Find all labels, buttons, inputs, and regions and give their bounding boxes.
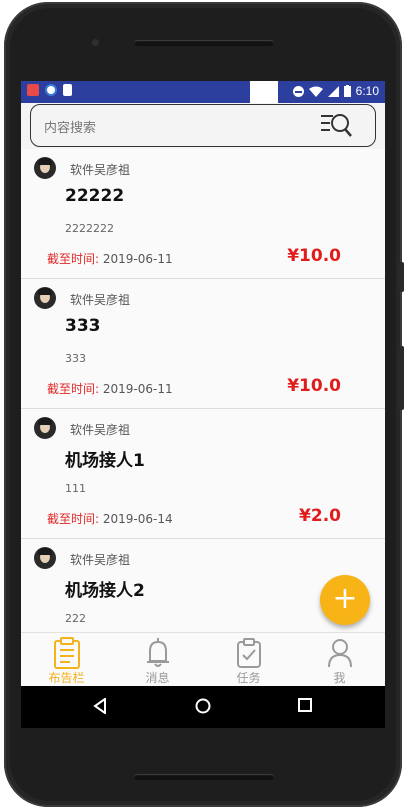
- recents-icon[interactable]: [298, 698, 312, 712]
- deadline: 截至时间: 2019-06-14: [47, 512, 173, 526]
- add-post-button[interactable]: +: [320, 575, 370, 625]
- home-icon[interactable]: [195, 698, 211, 714]
- back-icon[interactable]: [93, 698, 107, 714]
- tab-label: 消息: [145, 671, 170, 685]
- tab-profile[interactable]: 我: [294, 633, 385, 687]
- post-list[interactable]: 软件吴彦祖 22222 2222222 截至时间: 2019-06-11 ¥10…: [21, 149, 385, 646]
- tab-label: 我: [333, 671, 346, 685]
- author-name: 软件吴彦祖: [70, 423, 131, 437]
- list-item[interactable]: 软件吴彦祖 机场接人1 111 截至时间: 2019-06-14 ¥2.0: [21, 409, 385, 539]
- search-input[interactable]: 内容搜索: [44, 117, 96, 136]
- person-icon: [327, 639, 352, 668]
- avatar: [34, 287, 56, 309]
- task-icon: [236, 638, 261, 668]
- post-description: 2222222: [65, 222, 114, 235]
- bell-icon: [146, 638, 169, 667]
- status-bar-blank: [250, 81, 278, 103]
- post-price: ¥10.0: [287, 246, 341, 266]
- bottom-nav: 布告栏 消息 任务 我: [21, 632, 385, 687]
- search-icon[interactable]: [319, 111, 353, 139]
- clock: 6:10: [355, 84, 379, 98]
- deadline: 截至时间: 2019-06-11: [47, 252, 173, 266]
- tab-bulletin[interactable]: 布告栏: [21, 633, 112, 687]
- avatar: [34, 417, 56, 439]
- circle-app-icon: [45, 84, 57, 96]
- sd-card-icon: [63, 84, 72, 96]
- power-button: [399, 262, 404, 292]
- tab-label: 任务: [236, 671, 261, 685]
- top-speaker: [134, 40, 274, 46]
- wifi-icon: [308, 86, 323, 97]
- tab-messages[interactable]: 消息: [112, 633, 203, 687]
- post-description: 333: [65, 352, 86, 365]
- post-title: 22222: [65, 186, 125, 206]
- post-description: 111: [65, 482, 86, 495]
- clipboard-icon: [53, 637, 80, 669]
- post-price: ¥2.0: [299, 506, 341, 526]
- author-name: 软件吴彦祖: [70, 293, 131, 307]
- do-not-disturb-icon: [292, 85, 304, 97]
- app-screen: 6:10 内容搜索 软件吴彦祖 22222 2222222 截至时间: 2019…: [21, 81, 385, 728]
- avatar: [34, 157, 56, 179]
- author-name: 软件吴彦祖: [70, 553, 131, 567]
- bottom-speaker: [134, 774, 274, 780]
- deadline: 截至时间: 2019-06-11: [47, 382, 173, 396]
- front-camera: [92, 39, 99, 46]
- post-price: ¥10.0: [287, 376, 341, 396]
- tab-label: 布告栏: [48, 671, 85, 685]
- notification-app-icon: [27, 84, 39, 96]
- list-item[interactable]: 软件吴彦祖 333 333 截至时间: 2019-06-11 ¥10.0: [21, 279, 385, 409]
- battery-icon: [343, 85, 351, 97]
- android-nav-bar: [21, 686, 385, 728]
- tab-tasks[interactable]: 任务: [203, 633, 294, 687]
- post-title: 机场接人1: [65, 451, 145, 471]
- status-bar: 6:10: [21, 81, 385, 103]
- list-item[interactable]: 软件吴彦祖 22222 2222222 截至时间: 2019-06-11 ¥10…: [21, 149, 385, 279]
- post-description: 222: [65, 612, 86, 625]
- author-name: 软件吴彦祖: [70, 163, 131, 177]
- post-title: 机场接人2: [65, 581, 145, 601]
- volume-button: [399, 346, 404, 410]
- avatar: [34, 547, 56, 569]
- search-box[interactable]: 内容搜索: [30, 104, 376, 147]
- signal-icon: [327, 85, 339, 97]
- post-title: 333: [65, 316, 101, 336]
